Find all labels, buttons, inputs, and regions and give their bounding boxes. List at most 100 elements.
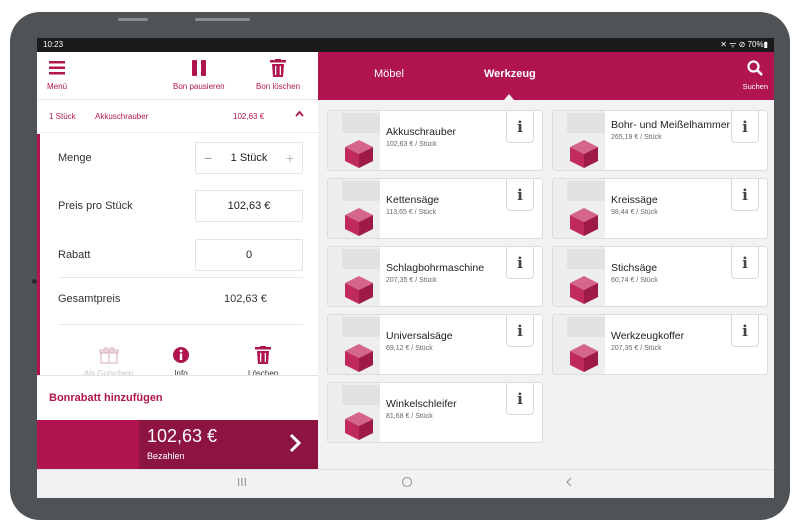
product-name: Stichsäge 60,74 € / Stück <box>611 262 731 287</box>
discount-field[interactable]: 0 <box>195 239 303 271</box>
product-card[interactable]: Bohr- und Meißelhammer 265,19 € / Stück i <box>552 110 768 171</box>
product-card[interactable]: Universalsäge 69,12 € / Stück i <box>327 314 543 375</box>
line-item-header[interactable]: 1 Stück Akkuschrauber 102,63 € <box>37 101 318 133</box>
discount-row: Rabatt 0 <box>58 238 303 272</box>
pay-amount: 102,63 € <box>147 426 218 446</box>
hardware-button <box>195 18 250 21</box>
product-price: 81,68 € / Stück <box>386 413 433 420</box>
product-card[interactable]: Akkuschrauber 102,63 € / Stück i <box>327 110 543 171</box>
trash-icon <box>255 346 272 366</box>
total-label: Gesamtpreis <box>58 293 121 305</box>
pause-icon <box>191 56 207 80</box>
info-icon[interactable]: i <box>731 179 759 211</box>
info-button[interactable]: Info <box>172 346 190 378</box>
product-price: 207,35 € / Stück <box>386 277 437 284</box>
search-icon <box>747 60 764 81</box>
pause-receipt-button[interactable]: Bon pausieren <box>173 56 225 91</box>
screen: 10:23 ✕ ᯤ ⊘ 70%▮ Menü Bon pausieren Bon … <box>37 38 774 498</box>
delete-receipt-button[interactable]: Bon löschen <box>256 56 300 91</box>
product-image <box>328 247 380 306</box>
product-price: 69,12 € / Stück <box>386 345 433 352</box>
product-name: Universalsäge 69,12 € / Stück <box>386 330 506 355</box>
status-time: 10:23 <box>43 40 64 49</box>
trash-icon <box>270 56 287 80</box>
unit-price-row: Preis pro Stück 102,63 € <box>58 189 303 223</box>
discount-label: Rabatt <box>58 249 91 261</box>
product-name: Kreissäge 98,44 € / Stück <box>611 194 731 219</box>
status-bar: 10:23 ✕ ᯤ ⊘ 70%▮ <box>37 38 774 52</box>
product-price: 265,19 € / Stück <box>611 134 662 141</box>
quantity-row: Menge − 1 Stück + <box>58 141 303 175</box>
product-card[interactable]: Kreissäge 98,44 € / Stück i <box>552 178 768 239</box>
pay-bar: 102,63 € Bezahlen <box>37 420 318 469</box>
home-icon[interactable] <box>401 476 413 491</box>
minus-icon[interactable]: − <box>204 150 212 166</box>
receipt-panel: Menü Bon pausieren Bon löschen 1 Stück A… <box>37 52 318 469</box>
product-card[interactable]: Schlagbohrmaschine 207,35 € / Stück i <box>327 246 543 307</box>
product-price: 113,65 € / Stück <box>386 209 437 216</box>
unit-price-field[interactable]: 102,63 € <box>195 190 303 222</box>
product-image <box>553 179 605 238</box>
add-receipt-discount-button[interactable]: Bonrabatt hinzufügen <box>37 375 318 419</box>
product-name: Akkuschrauber 102,63 € / Stück <box>386 126 506 151</box>
info-icon[interactable]: i <box>731 111 759 143</box>
product-image <box>553 247 605 306</box>
category-bar: Möbel Werkzeug Suchen <box>318 52 774 100</box>
product-image <box>328 315 380 374</box>
product-card[interactable]: Werkzeugkoffer 207,35 € / Stück i <box>552 314 768 375</box>
line-item-detail: Menge − 1 Stück + Preis pro Stück 102,63… <box>37 134 318 378</box>
quantity-label: Menge <box>58 152 92 164</box>
product-name: Schlagbohrmaschine 207,35 € / Stück <box>386 262 506 287</box>
product-grid: Akkuschrauber 102,63 € / Stück i Bohr- un… <box>318 100 774 469</box>
info-icon[interactable]: i <box>506 383 534 415</box>
delete-item-button[interactable]: Löschen <box>248 346 278 378</box>
hardware-button <box>118 18 148 21</box>
pause-label: Bon pausieren <box>173 82 225 91</box>
info-icon[interactable]: i <box>506 247 534 279</box>
product-image <box>328 383 380 442</box>
info-icon[interactable]: i <box>731 315 759 347</box>
quantity-stepper[interactable]: − 1 Stück + <box>195 142 303 174</box>
recent-apps-icon[interactable] <box>237 477 247 490</box>
voucher-button[interactable]: Als Gutschein <box>84 346 133 378</box>
search-label: Suchen <box>742 82 768 91</box>
chevron-right-icon <box>289 433 302 458</box>
product-image <box>328 179 380 238</box>
product-image <box>553 315 605 374</box>
total-row: Gesamtpreis 102,63 € <box>58 282 303 316</box>
search-button[interactable]: Suchen <box>743 60 768 91</box>
divider <box>58 277 303 278</box>
product-name: Kettensäge 113,65 € / Stück <box>386 194 506 219</box>
tab-werkzeug[interactable]: Werkzeug <box>484 68 536 80</box>
info-icon[interactable]: i <box>506 111 534 143</box>
unit-price-label: Preis pro Stück <box>58 200 133 212</box>
product-card[interactable]: Winkelschleifer 81,68 € / Stück i <box>327 382 543 443</box>
info-icon[interactable]: i <box>731 247 759 279</box>
chevron-up-icon[interactable] <box>295 110 304 119</box>
pay-button[interactable]: 102,63 € Bezahlen <box>139 420 318 469</box>
status-icons: ✕ ᯤ ⊘ 70%▮ <box>720 40 768 49</box>
tab-moebel[interactable]: Möbel <box>374 68 404 80</box>
delete-label: Bon löschen <box>256 82 301 91</box>
product-name: Winkelschleifer 81,68 € / Stück <box>386 398 506 423</box>
product-card[interactable]: Kettensäge 113,65 € / Stück i <box>327 178 543 239</box>
product-price: 102,63 € / Stück <box>386 141 437 148</box>
menu-button[interactable]: Menü <box>47 56 67 91</box>
menu-label: Menü <box>47 82 68 91</box>
receipt-toolbar: Menü Bon pausieren Bon löschen <box>37 52 318 100</box>
product-card[interactable]: Stichsäge 60,74 € / Stück i <box>552 246 768 307</box>
system-navigation-bar <box>37 469 774 498</box>
info-circle-icon <box>172 346 190 366</box>
quantity-value: 1 Stück <box>230 152 268 164</box>
product-name: Werkzeugkoffer 207,35 € / Stück <box>611 330 731 355</box>
pay-label: Bezahlen <box>147 451 185 461</box>
info-icon[interactable]: i <box>506 179 534 211</box>
plus-icon[interactable]: + <box>286 150 294 166</box>
gift-icon <box>98 346 119 366</box>
total-value: 102,63 € <box>224 293 267 305</box>
info-icon[interactable]: i <box>506 315 534 347</box>
product-name: Bohr- und Meißelhammer 265,19 € / Stück <box>611 119 731 144</box>
back-icon[interactable] <box>565 477 573 490</box>
product-image <box>328 111 380 170</box>
divider <box>58 324 303 325</box>
